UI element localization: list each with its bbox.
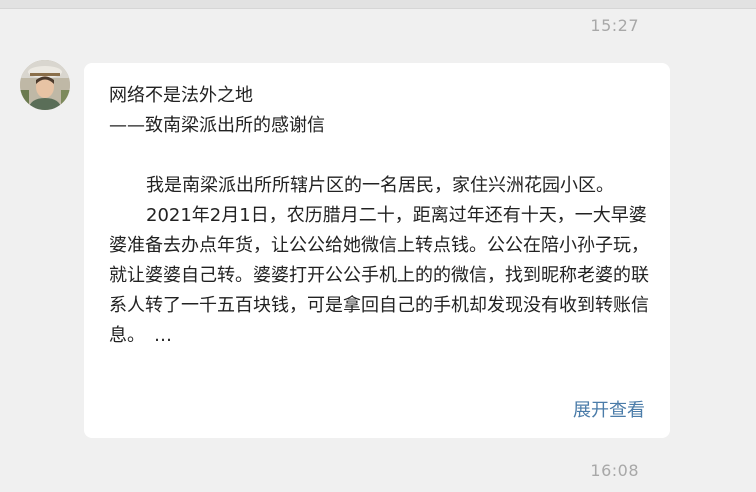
article-paragraph: 2021年2月1日，农历腊月二十，距离过年还有十天，一大早婆婆准备去办点年货，让… xyxy=(109,205,649,346)
article-title: 网络不是法外之地 xyxy=(109,85,253,106)
top-divider xyxy=(0,0,756,9)
article-subtitle: ——致南梁派出所的感谢信 xyxy=(109,115,325,136)
avatar-photo-icon xyxy=(20,60,70,110)
message-bubble[interactable]: 网络不是法外之地 ——致南梁派出所的感谢信 我是南梁派出所所辖片区的一名居民，家… xyxy=(84,63,670,438)
article-paragraph: 我是南梁派出所所辖片区的一名居民，家住兴洲花园小区。 xyxy=(146,175,614,196)
message-timestamp: 15:27 xyxy=(590,16,639,35)
expand-link[interactable]: 展开查看 xyxy=(573,396,645,422)
message-timestamp: 16:08 xyxy=(590,461,639,480)
avatar[interactable] xyxy=(20,60,70,110)
